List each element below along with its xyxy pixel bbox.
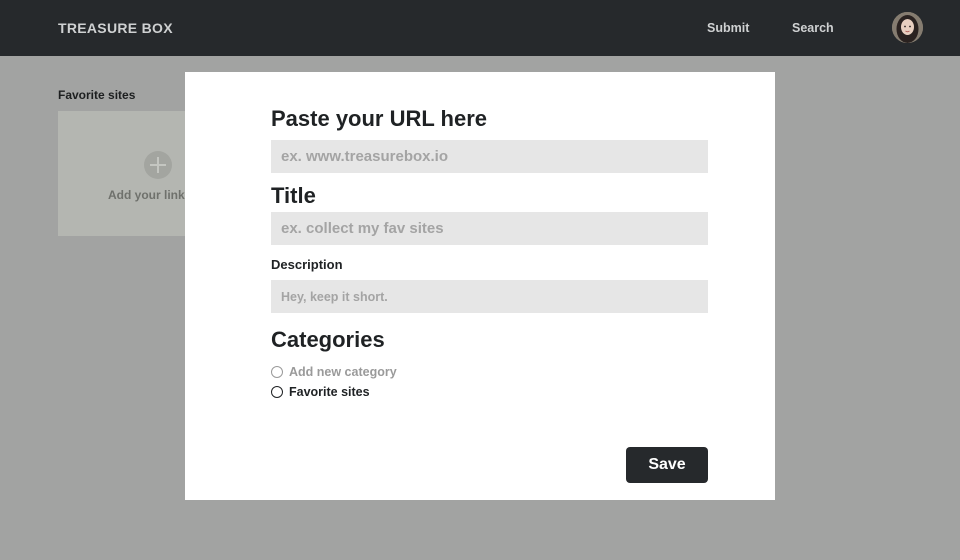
brand-logo[interactable]: TREASURE BOX [58,20,173,36]
nav-search-link[interactable]: Search [792,21,834,35]
top-bar: TREASURE BOX Submit Search [0,0,960,56]
user-avatar[interactable] [892,12,923,43]
description-input[interactable] [271,280,708,313]
favorite-sites-heading: Favorite sites [58,88,136,102]
category-option-add-new[interactable]: Add new category [271,364,397,380]
category-option-favorite-sites[interactable]: Favorite sites [271,384,370,400]
category-label: Favorite sites [289,385,370,399]
url-heading: Paste your URL here [271,106,488,131]
category-label: Add new category [289,365,397,379]
radio-icon[interactable] [271,366,283,378]
categories-heading: Categories [271,327,385,352]
title-input[interactable] [271,212,708,245]
avatar-image [892,12,923,43]
nav-submit-link[interactable]: Submit [707,21,749,35]
title-heading: Title [271,183,316,208]
save-button[interactable]: Save [626,447,708,483]
add-link-label: Add your link [108,188,185,202]
add-link-modal: Paste your URL here Title Description Ca… [185,72,775,500]
radio-icon[interactable] [271,386,283,398]
description-label: Description [271,257,343,272]
plus-circle-icon [144,151,172,179]
url-input[interactable] [271,140,708,173]
